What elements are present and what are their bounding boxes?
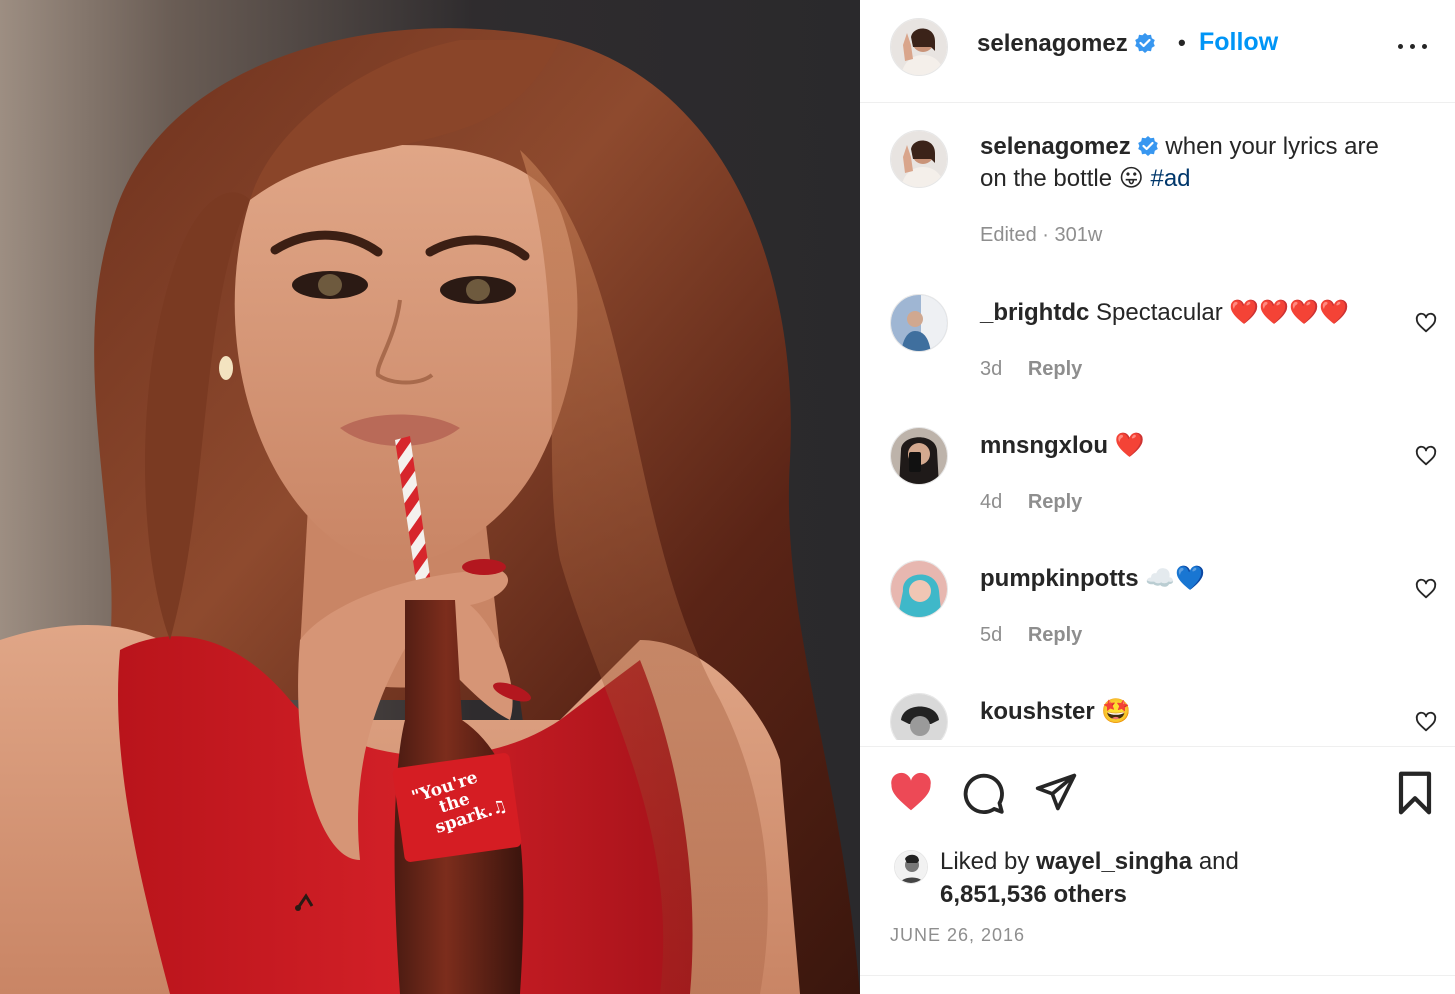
liker-username[interactable]: wayel_singha bbox=[1036, 848, 1192, 875]
like-comment-heart-icon[interactable] bbox=[1415, 445, 1437, 467]
post-photo-illustration: "You're the spark.♫ bbox=[0, 0, 860, 994]
comment-avatar[interactable] bbox=[890, 693, 948, 740]
profile-photo-icon bbox=[891, 694, 947, 740]
comment-meta: 4d Reply bbox=[980, 491, 1082, 514]
verified-badge-icon bbox=[1134, 33, 1155, 53]
comment-item: pumpkinpotts ☁️💙 5d Reply bbox=[860, 560, 1455, 674]
header-username[interactable]: selenagomez bbox=[977, 30, 1156, 58]
profile-photo-icon bbox=[891, 561, 947, 617]
reply-button[interactable]: Reply bbox=[1028, 358, 1082, 380]
profile-photo-icon bbox=[891, 131, 947, 187]
comment-text-line: pumpkinpotts ☁️💙 bbox=[980, 564, 1205, 593]
reply-button[interactable]: Reply bbox=[1028, 624, 1082, 646]
caption-username[interactable]: selenagomez bbox=[980, 133, 1131, 160]
bookmark-icon[interactable] bbox=[1394, 770, 1436, 816]
comment-age: 4d bbox=[980, 491, 1003, 513]
likes-summary: Liked by wayel_singha and 6,851,536 othe… bbox=[940, 845, 1239, 911]
caption-avatar[interactable] bbox=[890, 130, 948, 188]
comment-username[interactable]: _brightdc bbox=[980, 299, 1089, 326]
likes-prefix: Liked by bbox=[940, 848, 1030, 875]
comment-meta: 5d Reply bbox=[980, 624, 1082, 647]
profile-photo-icon bbox=[891, 428, 947, 484]
verified-badge-icon bbox=[1137, 136, 1158, 156]
comment-username[interactable]: pumpkinpotts bbox=[980, 565, 1139, 592]
comment-text-line: _brightdc Spectacular ❤️❤️❤️❤️ bbox=[980, 298, 1349, 327]
follow-button[interactable]: Follow bbox=[1199, 28, 1278, 57]
reply-button[interactable]: Reply bbox=[1028, 491, 1082, 513]
comment-username[interactable]: koushster bbox=[980, 698, 1095, 725]
header-separator: • bbox=[1178, 30, 1186, 55]
profile-photo-icon bbox=[895, 851, 927, 883]
comment-text-line: mnsngxlou ❤️ bbox=[980, 431, 1145, 460]
header-username-text[interactable]: selenagomez bbox=[977, 30, 1128, 57]
comment-age: 3d bbox=[980, 358, 1003, 380]
like-comment-heart-icon[interactable] bbox=[1415, 578, 1437, 600]
comment-avatar[interactable] bbox=[890, 560, 948, 618]
comment-item: mnsngxlou ❤️ 4d Reply bbox=[860, 427, 1455, 541]
header-divider bbox=[860, 102, 1455, 103]
comment-item: _brightdc Spectacular ❤️❤️❤️❤️ 3d Reply bbox=[860, 294, 1455, 408]
comment-icon[interactable] bbox=[960, 770, 1006, 816]
liker-avatar[interactable] bbox=[894, 850, 928, 884]
comment-body: Spectacular ❤️❤️❤️❤️ bbox=[1096, 299, 1349, 326]
footer-divider bbox=[860, 975, 1455, 976]
comment-body: 🤩 bbox=[1101, 698, 1132, 725]
profile-photo-icon bbox=[891, 19, 947, 75]
comment-body: ☁️💙 bbox=[1145, 565, 1206, 592]
send-icon[interactable] bbox=[1034, 770, 1078, 814]
comment-username[interactable]: mnsngxlou bbox=[980, 432, 1108, 459]
post-date[interactable]: JUNE 26, 2016 bbox=[890, 925, 1025, 946]
comment-meta: 3d Reply bbox=[980, 358, 1082, 381]
comment-age: 5d bbox=[980, 624, 1003, 646]
likes-conjunction: and bbox=[1198, 848, 1239, 875]
comment-body: ❤️ bbox=[1114, 432, 1145, 459]
like-comment-heart-icon[interactable] bbox=[1415, 711, 1437, 733]
more-horizontal-icon[interactable] bbox=[1396, 36, 1430, 56]
comment-avatar[interactable] bbox=[890, 294, 948, 352]
post-caption: selenagomez when your lyrics are on the … bbox=[980, 131, 1400, 195]
comments-clip: koushster 🤩 bbox=[860, 680, 1455, 740]
action-bar bbox=[860, 770, 1455, 820]
heart-filled-icon[interactable] bbox=[888, 770, 934, 816]
actions-divider bbox=[860, 746, 1455, 747]
caption-meta: Edited · 301w bbox=[980, 224, 1103, 246]
post-photo[interactable]: "You're the spark.♫ bbox=[0, 0, 860, 994]
comment-avatar[interactable] bbox=[890, 427, 948, 485]
post-details-panel: selenagomez • Follow selenagomez when yo… bbox=[860, 0, 1455, 994]
profile-photo-icon bbox=[891, 295, 947, 351]
likes-count-link[interactable]: 6,851,536 others bbox=[940, 881, 1127, 908]
comment-text-line: koushster 🤩 bbox=[980, 697, 1131, 726]
caption-hashtag-link[interactable]: #ad bbox=[1150, 165, 1190, 192]
like-comment-heart-icon[interactable] bbox=[1415, 312, 1437, 334]
header-avatar[interactable] bbox=[890, 18, 948, 76]
comment-item: koushster 🤩 bbox=[860, 693, 1455, 740]
